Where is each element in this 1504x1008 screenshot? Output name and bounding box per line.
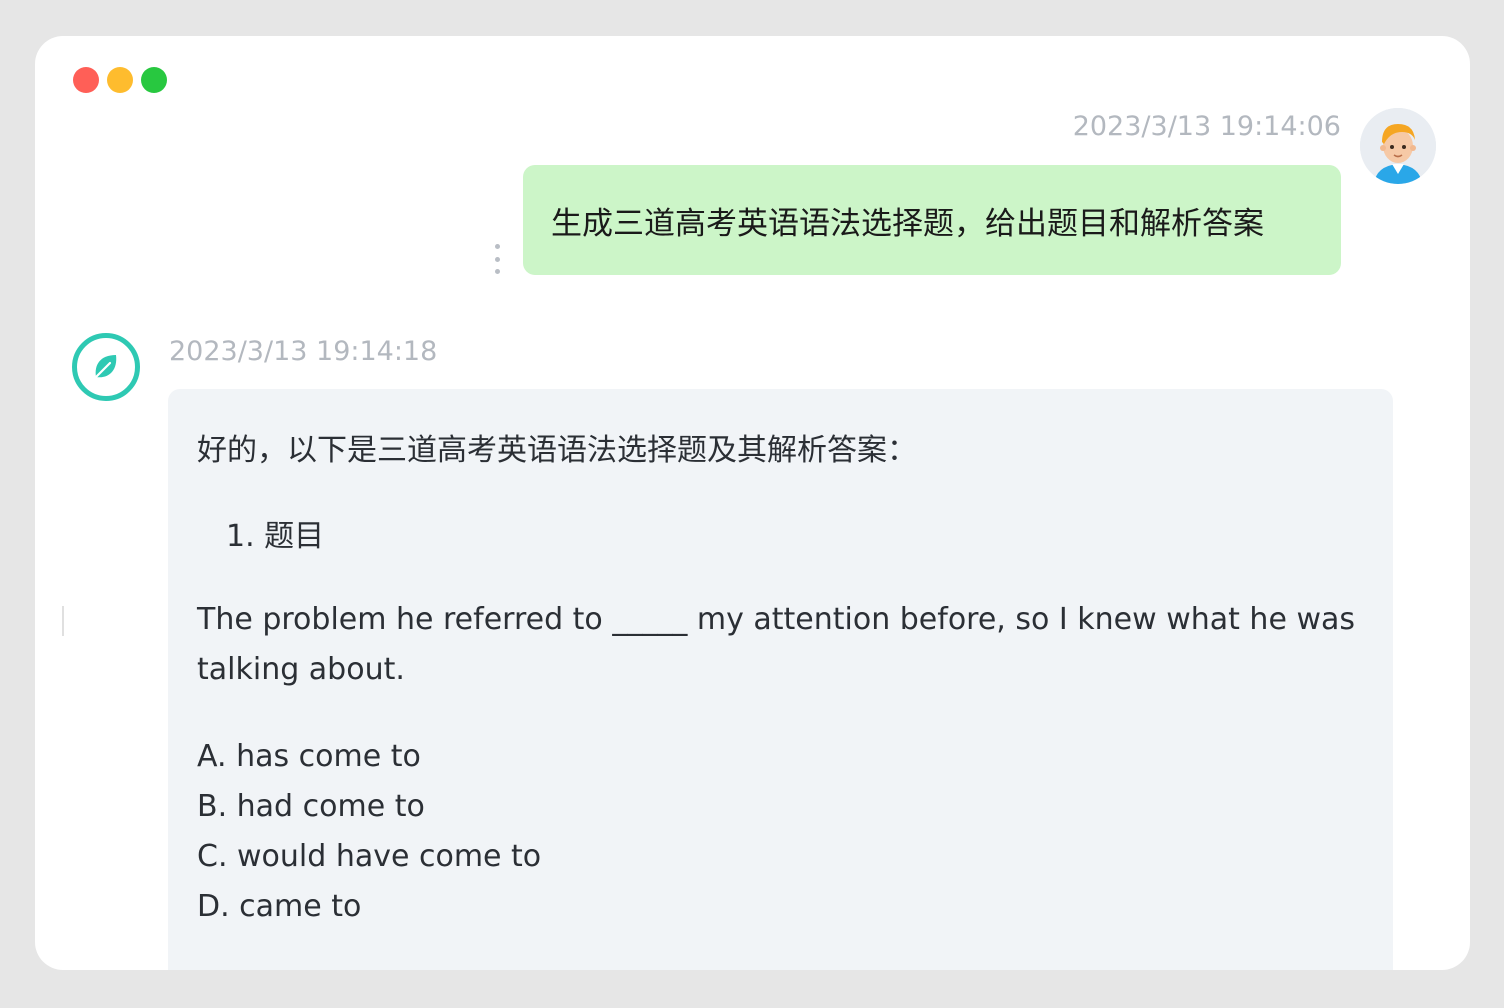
divider <box>62 606 64 636</box>
question-text: The problem he referred to _____ my atte… <box>197 602 1355 687</box>
user-message-bubble[interactable]: 生成三道高考英语语法选择题，给出题目和解析答案 <box>523 165 1341 275</box>
zoom-window-button[interactable] <box>141 67 167 93</box>
bot-message-bubble[interactable]: 好的，以下是三道高考英语语法选择题及其解析答案： 1. 题目 The probl… <box>168 389 1393 970</box>
bot-intro-text: 好的，以下是三道高考英语语法选择题及其解析答案： <box>197 433 917 468</box>
minimize-window-button[interactable] <box>107 67 133 93</box>
bot-message-timestamp: 2023/3/13 19:14:18 <box>169 336 438 367</box>
option-a: A. has come to <box>197 739 421 774</box>
question-heading: 1. 题目 <box>226 519 325 554</box>
vertical-ellipsis-icon[interactable] <box>487 244 507 274</box>
option-c: C. would have come to <box>197 839 542 874</box>
window-controls <box>73 67 167 93</box>
user-message-timestamp: 2023/3/13 19:14:06 <box>1072 111 1341 142</box>
user-message-text: 生成三道高考英语语法选择题，给出题目和解析答案 <box>551 205 1264 242</box>
leaf-logo-icon <box>72 333 140 401</box>
user-avatar-icon[interactable] <box>1360 108 1436 184</box>
option-b: B. had come to <box>197 789 425 824</box>
option-d: D. came to <box>197 889 362 924</box>
chat-window: 2023/3/13 19:14:06 生成三道高考英语语法选择题，给出题目和解析… <box>35 36 1470 970</box>
close-window-button[interactable] <box>73 67 99 93</box>
